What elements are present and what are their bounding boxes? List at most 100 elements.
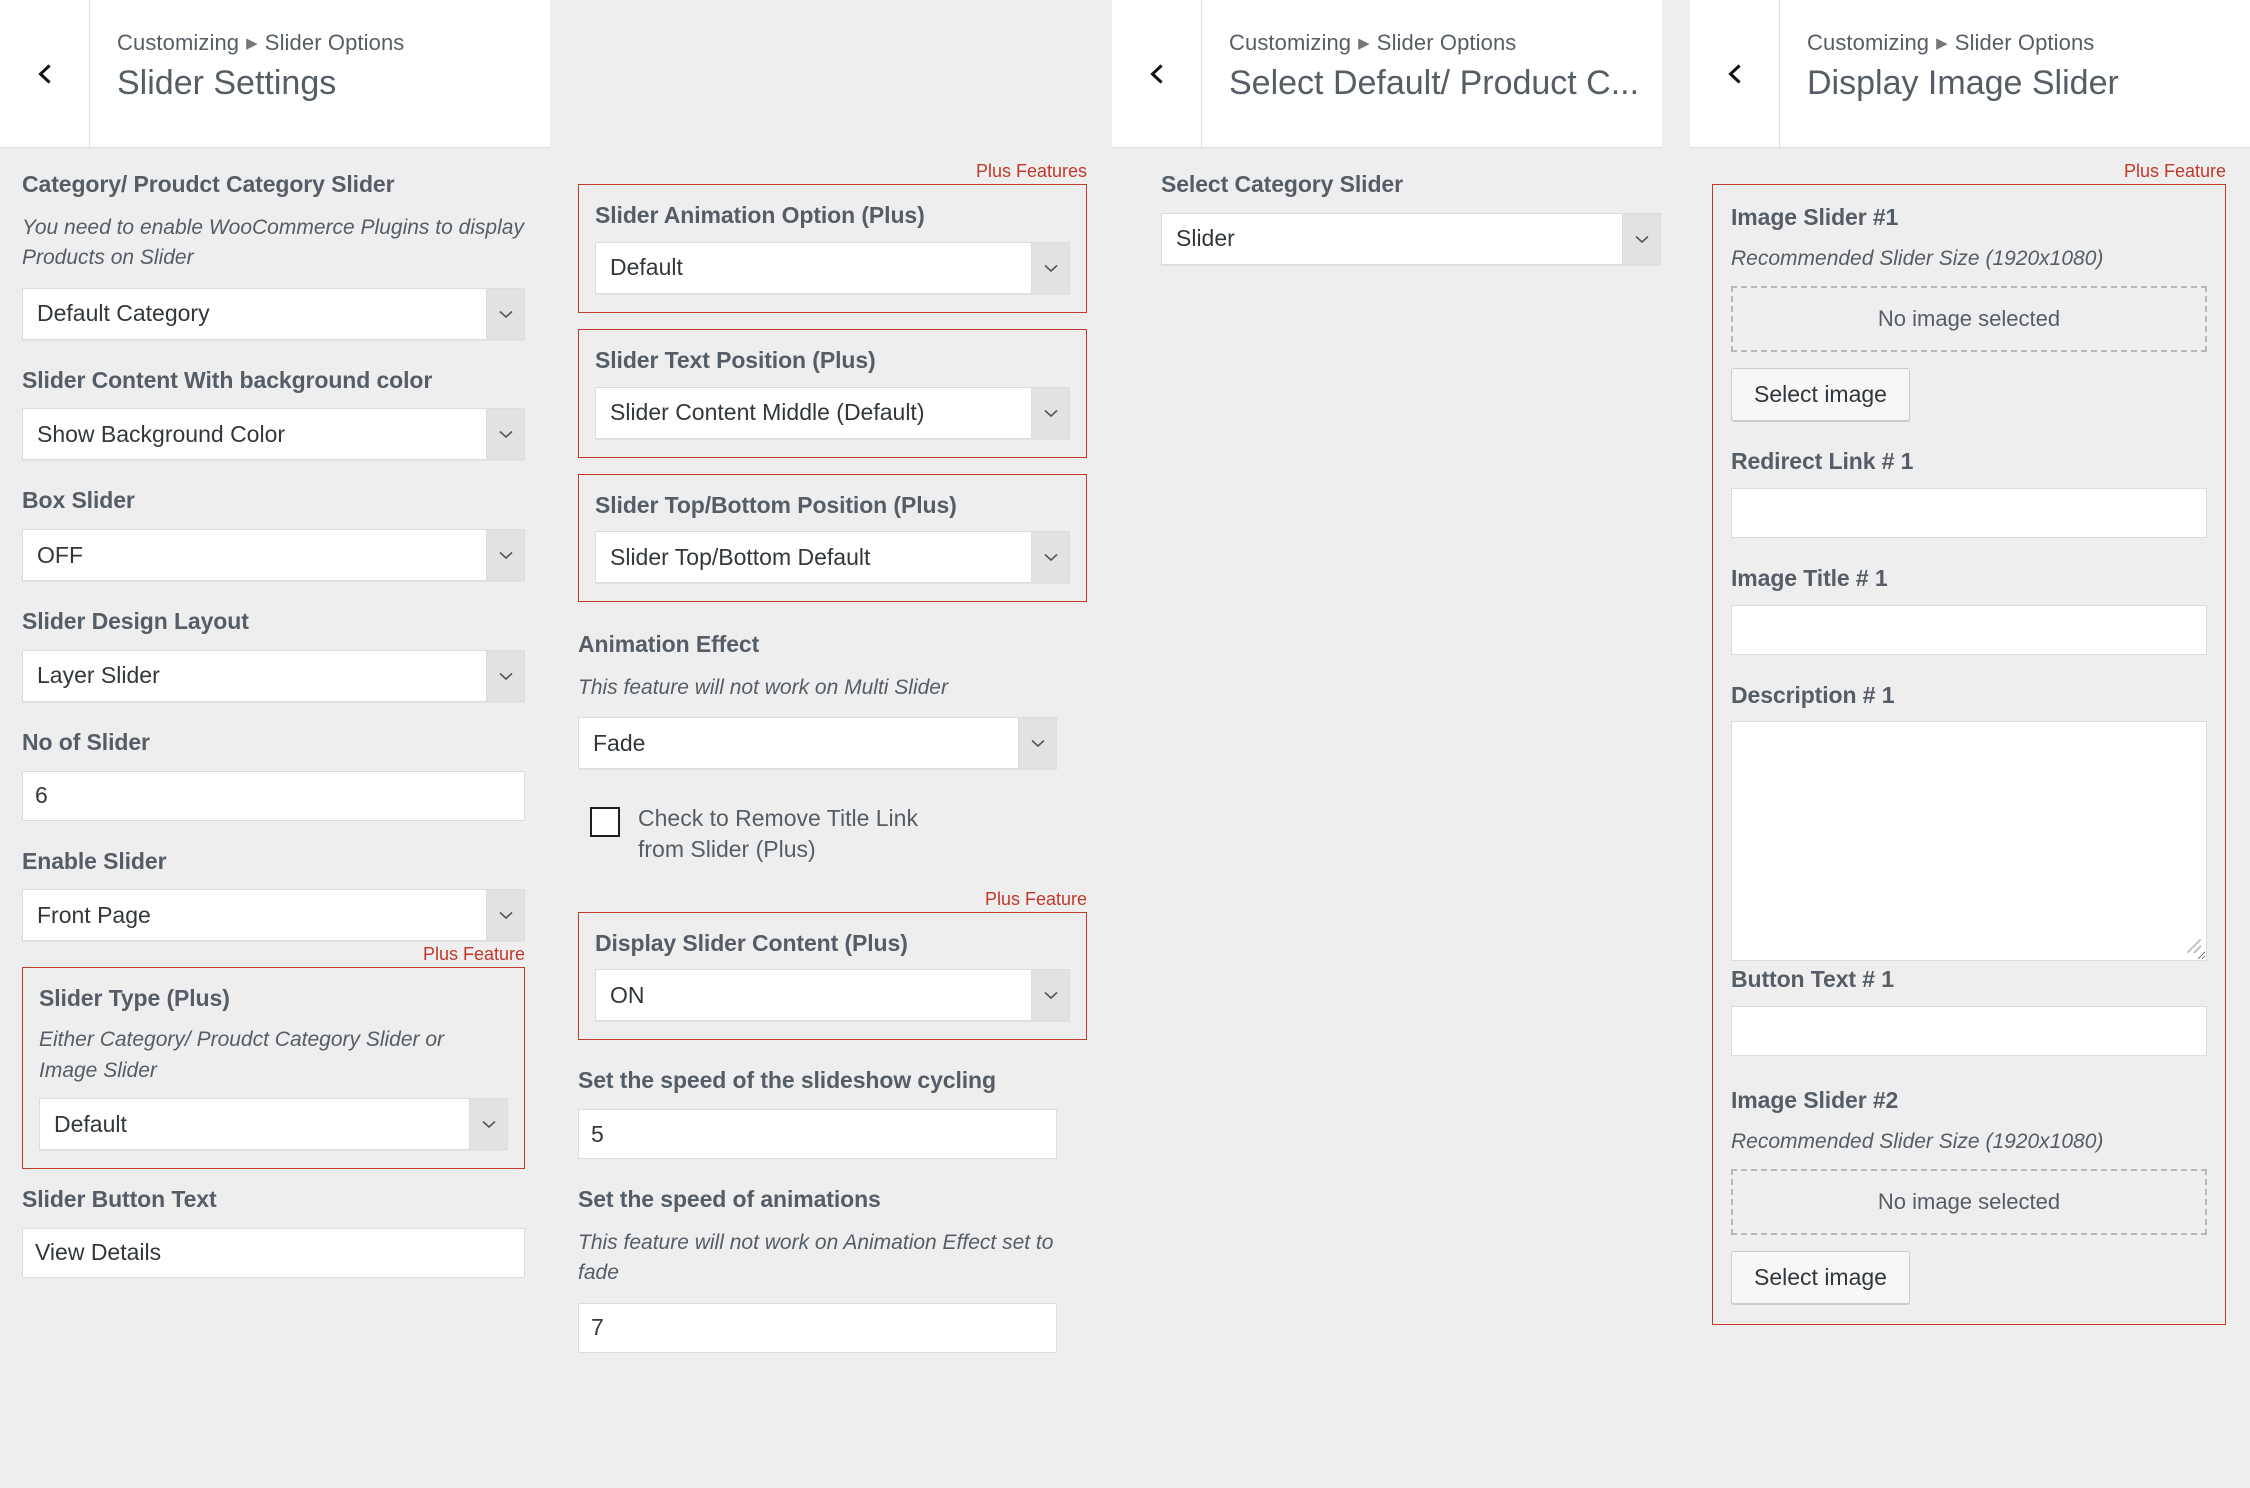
- page-title: Select Default/ Product C...: [1229, 64, 1662, 103]
- control-label: Slider Type (Plus): [39, 984, 508, 1013]
- display-image-slider-controls: Plus Feature Image Slider #1 Recommended…: [1690, 148, 2250, 1488]
- redirect-link-1-input[interactable]: [1731, 488, 2207, 538]
- display-slider-content-select[interactable]: ON: [595, 969, 1070, 1021]
- control-label: Slider Design Layout: [22, 607, 525, 636]
- control-label: Button Text # 1: [1731, 965, 2207, 994]
- breadcrumb-parent[interactable]: Slider Options: [1955, 30, 2095, 55]
- slider-animation-option-select[interactable]: Default: [595, 242, 1070, 294]
- breadcrumb-root[interactable]: Customizing: [1229, 30, 1351, 55]
- plus-feature-tag: Plus Feature: [1712, 162, 2226, 180]
- control-background-color: Slider Content With background color Sho…: [22, 366, 525, 461]
- select-value: Layer Slider: [37, 651, 478, 701]
- control-label: Set the speed of the slideshow cycling: [578, 1066, 1087, 1095]
- chevron-down-icon: [1031, 532, 1069, 582]
- control-select-category-slider: Select Category Slider Slider: [1161, 170, 1661, 265]
- image-slider-1-recommended-size: Recommended Slider Size (1920x1080): [1731, 244, 2207, 274]
- back-button-select-category[interactable]: [1112, 0, 1202, 147]
- back-button-slider-settings[interactable]: [0, 0, 90, 147]
- control-label: No of Slider: [22, 728, 525, 757]
- control-label: Enable Slider: [22, 847, 525, 876]
- breadcrumb-parent[interactable]: Slider Options: [265, 30, 405, 55]
- control-label: Set the speed of animations: [578, 1185, 1087, 1214]
- back-button-display-image-slider[interactable]: [1690, 0, 1780, 147]
- control-animation-speed: Set the speed of animations This feature…: [578, 1185, 1087, 1353]
- chevron-down-icon: [486, 530, 524, 580]
- select-image-button-2[interactable]: Select image: [1731, 1251, 1910, 1304]
- control-description-1: Description # 1: [1731, 681, 2207, 940]
- control-slider-animation-option: Slider Animation Option (Plus) Default: [578, 184, 1087, 313]
- control-description: This feature will not work on Animation …: [578, 1228, 1087, 1289]
- control-slider-top-bottom-position: Slider Top/Bottom Position (Plus) Slider…: [578, 474, 1087, 603]
- breadcrumb-parent[interactable]: Slider Options: [1377, 30, 1517, 55]
- breadcrumb-root[interactable]: Customizing: [1807, 30, 1929, 55]
- image-slider-2-placeholder: No image selected: [1731, 1169, 2207, 1235]
- control-label: Description # 1: [1731, 681, 2207, 710]
- slideshow-speed-input[interactable]: [578, 1109, 1057, 1159]
- category-slider-select[interactable]: Default Category: [22, 288, 525, 340]
- chevron-down-icon: [486, 651, 524, 701]
- design-layout-select[interactable]: Layer Slider: [22, 650, 525, 702]
- chevron-down-icon: [1031, 243, 1069, 293]
- image-slider-2-recommended-size: Recommended Slider Size (1920x1080): [1731, 1127, 2207, 1157]
- control-label: Slider Content With background color: [22, 366, 525, 395]
- slider-settings-controls: Category/ Proudct Category Slider You ne…: [0, 148, 550, 1488]
- animation-speed-input[interactable]: [578, 1303, 1057, 1353]
- remove-title-link-checkbox[interactable]: [590, 807, 620, 837]
- chevron-left-icon: [1147, 64, 1167, 84]
- animation-effect-select[interactable]: Fade: [578, 717, 1057, 769]
- slider-text-position-select[interactable]: Slider Content Middle (Default): [595, 387, 1070, 439]
- breadcrumb: Customizing▶Slider Options: [1229, 30, 1662, 56]
- control-slider-text-position: Slider Text Position (Plus) Slider Conte…: [578, 329, 1087, 458]
- select-value: Default Category: [37, 289, 478, 339]
- customizer-header-select-category: Customizing▶Slider Options Select Defaul…: [1112, 0, 1662, 148]
- select-value: Slider Top/Bottom Default: [610, 532, 1023, 582]
- control-label: Slider Animation Option (Plus): [595, 201, 1070, 230]
- page-title: Display Image Slider: [1807, 64, 2250, 103]
- no-of-slider-input[interactable]: [22, 771, 525, 821]
- control-enable-slider: Enable Slider Front Page: [22, 847, 525, 942]
- select-value: Default: [610, 243, 1023, 293]
- control-label: Slider Top/Bottom Position (Plus): [595, 491, 1070, 520]
- chevron-down-icon: [1031, 388, 1069, 438]
- control-animation-effect: Animation Effect This feature will not w…: [578, 630, 1087, 769]
- control-remove-title-link[interactable]: Check to Remove Title Link from Slider (…: [590, 803, 1087, 865]
- button-text-1-input[interactable]: [1731, 1006, 2207, 1056]
- select-value: Front Page: [37, 890, 478, 940]
- control-description: This feature will not work on Multi Slid…: [578, 673, 1087, 703]
- chevron-down-icon: [486, 289, 524, 339]
- customizer-header-display-image-slider: Customizing▶Slider Options Display Image…: [1690, 0, 2250, 148]
- chevron-down-icon: [486, 890, 524, 940]
- slider-top-bottom-position-select[interactable]: Slider Top/Bottom Default: [595, 531, 1070, 583]
- header-text-group: Customizing▶Slider Options Display Image…: [1780, 0, 2250, 147]
- control-label: Slider Button Text: [22, 1185, 525, 1214]
- box-slider-select[interactable]: OFF: [22, 529, 525, 581]
- select-value: Fade: [593, 718, 1010, 768]
- control-label: Slider Text Position (Plus): [595, 346, 1070, 375]
- control-label: Display Slider Content (Plus): [595, 929, 1070, 958]
- chevron-down-icon: [1031, 970, 1069, 1020]
- control-label: Animation Effect: [578, 630, 1087, 659]
- enable-slider-select[interactable]: Front Page: [22, 889, 525, 941]
- control-label: Box Slider: [22, 486, 525, 515]
- select-image-button-1[interactable]: Select image: [1731, 368, 1910, 421]
- breadcrumb-separator-icon: ▶: [246, 34, 258, 52]
- control-label: Redirect Link # 1: [1731, 447, 2207, 476]
- control-slideshow-speed: Set the speed of the slideshow cycling: [578, 1066, 1087, 1159]
- description-1-textarea[interactable]: [1731, 721, 2207, 961]
- control-description: Either Category/ Proudct Category Slider…: [39, 1025, 508, 1086]
- select-value: Show Background Color: [37, 409, 478, 459]
- control-box-slider: Box Slider OFF: [22, 486, 525, 581]
- header-text-group: Customizing▶Slider Options Slider Settin…: [90, 0, 550, 147]
- select-category-slider-select[interactable]: Slider: [1161, 213, 1661, 265]
- chevron-left-icon: [1725, 64, 1745, 84]
- plus-features-controls: Plus Features Slider Animation Option (P…: [550, 148, 1112, 1488]
- breadcrumb: Customizing ▶ Slider Options: [117, 30, 550, 56]
- slider-type-select[interactable]: Default: [39, 1098, 508, 1150]
- background-color-select[interactable]: Show Background Color: [22, 408, 525, 460]
- breadcrumb-root[interactable]: Customizing: [117, 30, 239, 55]
- select-category-controls: Select Category Slider Slider: [1136, 148, 1686, 1488]
- customizer-header-slider-settings: Customizing▶Slider Options Slider Settin…: [0, 0, 550, 148]
- control-slider-button-text: Slider Button Text: [22, 1185, 525, 1278]
- image-title-1-input[interactable]: [1731, 605, 2207, 655]
- slider-button-text-input[interactable]: [22, 1228, 525, 1278]
